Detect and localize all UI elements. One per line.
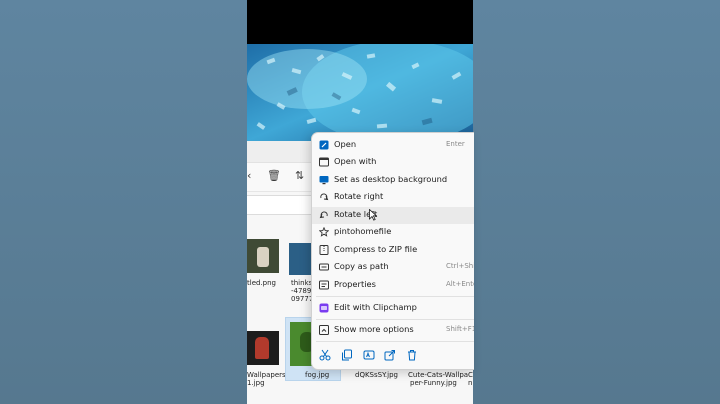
file-thumbnail[interactable] — [247, 331, 279, 365]
file-name: 09777 — [291, 295, 314, 303]
menu-item-open-with[interactable]: Open with — [312, 154, 474, 171]
menu-item-open[interactable]: Open Enter — [312, 137, 474, 154]
open-with-icon — [319, 157, 329, 167]
menu-item-shortcut: Enter — [446, 140, 465, 148]
delete-icon[interactable]: 🗑 — [267, 169, 281, 182]
menu-item-label: Set as desktop background — [334, 174, 448, 184]
properties-icon — [319, 280, 329, 290]
address-bar[interactable] — [247, 195, 318, 215]
menu-item-label: Edit with Clipchamp — [334, 302, 417, 312]
menu-item-label: Compress to ZIP file — [334, 244, 418, 254]
menu-item-label: Copy as path — [334, 261, 389, 271]
menu-item-rotate-right[interactable]: Rotate right — [312, 189, 474, 206]
menu-item-label: Show more options — [334, 324, 414, 334]
file-name: tled.png — [247, 279, 276, 287]
file-name: 1.jpg — [247, 379, 265, 387]
share-icon[interactable] — [384, 349, 396, 361]
menu-divider — [316, 319, 474, 320]
sort-icon[interactable]: ⇅ — [295, 169, 304, 182]
delete-icon[interactable] — [406, 349, 418, 361]
rename-icon[interactable] — [363, 349, 375, 361]
file-name: dQKSsSY.jpg — [355, 371, 398, 379]
menu-item-copy-as-path[interactable]: Copy as path Ctrl+Shift — [312, 259, 474, 276]
menu-item-label: Rotate right — [334, 191, 384, 201]
desktop-wallpaper — [247, 44, 473, 141]
clipchamp-icon — [319, 303, 329, 313]
menu-item-set-desktop-background[interactable]: Set as desktop background — [312, 172, 474, 189]
file-name: per-Funny.jpg — [410, 379, 457, 387]
menu-item-show-more-options[interactable]: Show more options Shift+F10 — [312, 322, 474, 339]
menu-item-shortcut: Ctrl+Shift — [446, 262, 474, 270]
file-name: fog.jpg — [305, 371, 330, 379]
menu-item-label: pintohomefile — [334, 226, 392, 236]
file-thumbnail[interactable] — [289, 243, 311, 275]
menu-item-properties[interactable]: Properties Alt+Enter — [312, 277, 474, 294]
file-thumbnail[interactable] — [247, 239, 279, 273]
context-menu: Open Enter Open with Set as desktop back… — [311, 132, 474, 370]
menu-item-edit-with-clipchamp[interactable]: Edit with Clipchamp — [312, 300, 474, 317]
desktop-background-icon — [319, 176, 329, 185]
cut-icon[interactable] — [319, 349, 331, 361]
zip-icon — [319, 245, 329, 255]
copy-path-icon — [319, 263, 329, 271]
menu-item-compress-zip[interactable]: Compress to ZIP file — [312, 242, 474, 259]
background-right — [473, 0, 720, 404]
menu-item-pintohomefile[interactable]: pintohomefile — [312, 224, 474, 241]
menu-item-label: Properties — [334, 279, 376, 289]
chevron-icon[interactable]: ‹ — [247, 169, 251, 182]
menu-item-shortcut: Shift+F10 — [446, 325, 474, 333]
letterbox-bar — [247, 0, 473, 44]
menu-item-label: Open with — [334, 156, 377, 166]
copy-icon[interactable] — [341, 349, 353, 361]
file-name: n — [468, 379, 473, 387]
menu-divider — [316, 296, 474, 297]
more-options-icon — [319, 325, 329, 335]
mouse-cursor-icon — [369, 209, 377, 221]
menu-divider — [316, 341, 474, 342]
menu-item-label: Open — [334, 139, 357, 149]
background-left — [0, 0, 247, 404]
rotate-left-icon — [319, 211, 328, 219]
menu-item-rotate-left[interactable]: Rotate left — [312, 207, 474, 224]
open-icon — [319, 140, 329, 150]
rotate-right-icon — [320, 193, 329, 201]
menu-item-shortcut: Alt+Enter — [446, 280, 474, 288]
star-icon — [319, 227, 329, 237]
